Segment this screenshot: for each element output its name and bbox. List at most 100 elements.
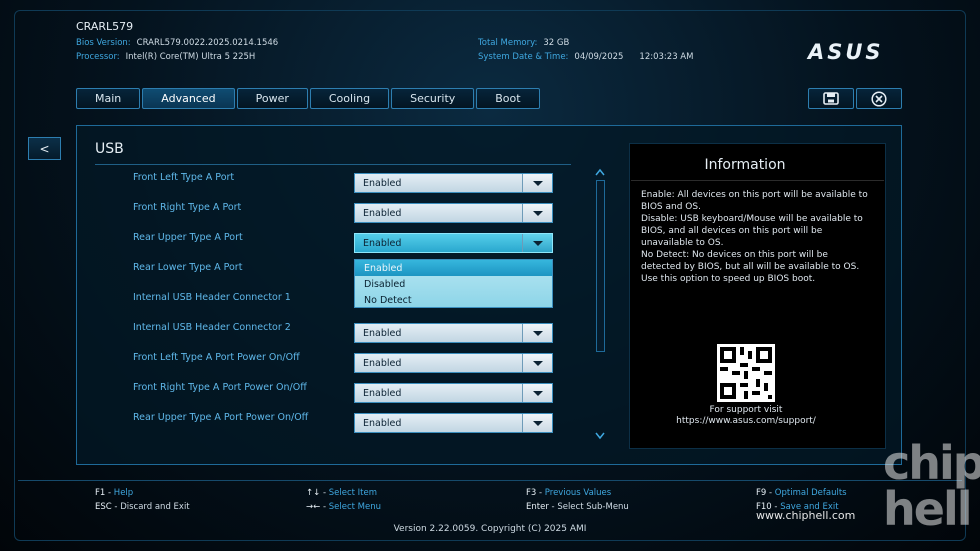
memory-row: Total Memory: 32 GB [478, 38, 569, 48]
setting-label[interactable]: Internal USB Header Connector 2 [133, 322, 291, 333]
processor-row: Processor: Intel(R) Core(TM) Ultra 5 225… [76, 52, 255, 62]
setting-dropdown[interactable]: Enabled [354, 353, 553, 373]
exit-button[interactable] [856, 88, 902, 109]
info-line: detected by BIOS, but all will be availa… [641, 262, 860, 272]
save-icon [823, 92, 839, 105]
close-icon [871, 90, 887, 107]
datetime-row: System Date & Time: 04/09/2025 12:03:23 … [478, 52, 693, 62]
time-value[interactable]: 12:03:23 AM [639, 52, 693, 62]
hint-key: ↑↓ [306, 488, 321, 498]
hint-action: Select Menu [328, 502, 381, 512]
chevron-down-icon[interactable] [522, 384, 552, 402]
hint-action: Select Item [328, 488, 378, 498]
back-button[interactable]: < [28, 137, 61, 160]
setting-dropdown-active[interactable]: Enabled [354, 233, 553, 253]
info-divider [631, 180, 884, 181]
setting-label[interactable]: Front Right Type A Port [133, 202, 241, 213]
dropdown-value: Enabled [363, 387, 402, 399]
tab-security[interactable]: Security [391, 88, 475, 109]
chevron-down-icon[interactable] [522, 354, 552, 372]
hint-key: F9 [756, 488, 767, 498]
save-button[interactable] [808, 88, 854, 109]
info-line: Use this option to speed up BIOS boot. [641, 274, 816, 284]
dropdown-option-enabled[interactable]: Enabled [355, 260, 552, 276]
bios-version-row: Bios Version: CRARL579.0022.2025.0214.15… [76, 38, 278, 48]
chevron-down-icon[interactable] [522, 324, 552, 342]
bios-version-label: Bios Version: [76, 38, 131, 48]
setting-dropdown[interactable]: Enabled [354, 383, 553, 403]
info-line: unavailable to OS. [641, 238, 724, 248]
setting-dropdown[interactable]: Enabled [354, 173, 553, 193]
tab-advanced[interactable]: Advanced [142, 88, 235, 109]
info-line: Disable: USB keyboard/Mouse will be avai… [641, 214, 863, 224]
hint-action: Help [113, 488, 134, 498]
dropdown-value: Enabled [363, 327, 402, 339]
info-line: BIOS and OS. [641, 202, 701, 212]
bios-version-value: CRARL579.0022.2025.0214.1546 [136, 38, 279, 48]
optimal-defaults-hint: F9 - Optimal Defaults [756, 488, 847, 498]
select-item-hint: ↑↓ - Select Item [306, 488, 378, 498]
scroll-down-icon[interactable] [595, 432, 605, 440]
processor-label: Processor: [76, 52, 120, 62]
setting-label[interactable]: Internal USB Header Connector 1 [133, 292, 291, 303]
processor-value: Intel(R) Core(TM) Ultra 5 225H [125, 52, 256, 62]
chevron-down-icon[interactable] [522, 414, 552, 432]
sub-menu-hint: Enter - Select Sub-Menu [526, 502, 629, 512]
info-line: BIOS, and all devices on this port will … [641, 226, 823, 236]
info-line: No Detect: No devices on this port will … [641, 250, 828, 260]
setting-label[interactable]: Front Left Type A Port Power On/Off [133, 352, 300, 363]
tab-boot[interactable]: Boot [476, 88, 540, 109]
dropdown-value: Enabled [363, 237, 402, 249]
dropdown-options-list: Enabled Disabled No Detect [354, 259, 553, 308]
dropdown-value: Enabled [363, 177, 402, 189]
dropdown-value: Enabled [363, 417, 402, 429]
setting-label[interactable]: Rear Upper Type A Port Power On/Off [133, 412, 308, 423]
version-text: Version 2.22.0059. Copyright (C) 2025 AM… [393, 524, 587, 534]
hint-action: Select Sub-Menu [557, 502, 629, 512]
setting-dropdown[interactable]: Enabled [354, 413, 553, 433]
previous-values-hint: F3 - Previous Values [526, 488, 612, 498]
tab-cooling[interactable]: Cooling [309, 88, 390, 109]
info-line: Enable: All devices on this port will be… [641, 190, 868, 200]
support-text: For support visit [709, 405, 783, 415]
setting-dropdown[interactable]: Enabled [354, 323, 553, 343]
dropdown-option-disabled[interactable]: Disabled [355, 276, 552, 292]
title-divider [95, 164, 571, 165]
scrollbar[interactable] [596, 180, 605, 352]
hint-key: F1 [95, 488, 106, 498]
setting-label[interactable]: Front Right Type A Port Power On/Off [133, 382, 307, 393]
chevron-down-icon[interactable] [522, 174, 552, 192]
setting-dropdown[interactable]: Enabled [354, 203, 553, 223]
info-title: Information [704, 157, 786, 173]
memory-value: 32 GB [543, 38, 570, 48]
page-title: USB [95, 141, 124, 157]
hint-key: Enter [526, 502, 549, 512]
support-url: https://www.asus.com/support/ [676, 416, 816, 426]
setting-label[interactable]: Rear Upper Type A Port [133, 232, 243, 243]
date-value[interactable]: 04/09/2025 [574, 52, 623, 62]
dropdown-option-no-detect[interactable]: No Detect [355, 292, 552, 308]
help-hint: F1 - Help [95, 488, 134, 498]
dropdown-value: Enabled [363, 207, 402, 219]
discard-exit-hint: ESC - Discard and Exit [95, 502, 190, 512]
memory-label: Total Memory: [478, 38, 538, 48]
hint-action: Discard and Exit [120, 502, 190, 512]
watermark-url: www.chiphell.com [756, 509, 856, 522]
setting-label[interactable]: Rear Lower Type A Port [133, 262, 242, 273]
datetime-label: System Date & Time: [478, 52, 569, 62]
footer-divider [18, 480, 962, 481]
asus-logo: ASUS [808, 40, 884, 64]
chevron-down-icon[interactable] [522, 234, 552, 252]
select-menu-hint: →← - Select Menu [306, 502, 381, 512]
chiphell-watermark-logo: chip hell [883, 436, 980, 536]
hint-key: F3 [526, 488, 537, 498]
qr-code [717, 344, 775, 402]
hint-action: Previous Values [544, 488, 612, 498]
model-name: CRARL579 [76, 20, 134, 33]
tab-main[interactable]: Main [76, 88, 141, 109]
tab-bar: Main Advanced Power Cooling Security Boo… [76, 88, 540, 109]
setting-label[interactable]: Front Left Type A Port [133, 172, 234, 183]
scroll-up-icon[interactable] [595, 168, 605, 176]
chevron-down-icon[interactable] [522, 204, 552, 222]
tab-power[interactable]: Power [236, 88, 308, 109]
